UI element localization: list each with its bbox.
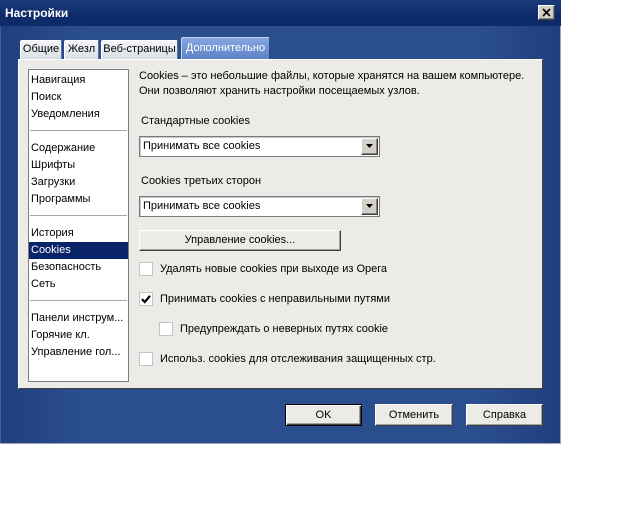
chevron-down-icon: [366, 144, 373, 148]
chevron-down-icon: [366, 204, 373, 208]
warn-invalid-path-label: Предупреждать о неверных путях cookie: [180, 323, 389, 335]
accept-invalid-path-cookies-label: Принимать cookies с неправильными путями: [160, 293, 390, 305]
warn-invalid-path-checkbox[interactable]: [159, 322, 173, 336]
sidebar-item-cookies[interactable]: Cookies: [29, 242, 128, 259]
sidebar-item-programs[interactable]: Программы: [29, 191, 128, 208]
third-party-cookies-select[interactable]: Принимать все cookies: [139, 196, 380, 217]
tab-advanced[interactable]: Дополнительно: [181, 37, 270, 59]
sidebar-item-network[interactable]: Сеть: [29, 276, 128, 293]
sidebar-item-voice[interactable]: Управление гол...: [29, 344, 128, 361]
help-button[interactable]: Справка: [466, 404, 543, 426]
checkmark-icon: [141, 295, 151, 304]
tab-web-pages[interactable]: Веб-страницы: [101, 40, 178, 59]
cancel-button[interactable]: Отменить: [375, 404, 453, 426]
list-separator: [29, 293, 128, 310]
sidebar-item-downloads[interactable]: Загрузки: [29, 174, 128, 191]
sidebar-item-navigation[interactable]: Навигация: [29, 72, 128, 89]
standard-cookies-dropdown-button[interactable]: [361, 138, 378, 155]
delete-new-cookies-checkbox[interactable]: [139, 262, 153, 276]
settings-category-list: Навигация Поиск Уведомления Содержание Ш…: [28, 69, 129, 382]
dialog-title: Настройки: [5, 6, 69, 20]
settings-dialog: Настройки Общие Жезл Веб-страницы Дополн…: [0, 0, 561, 444]
sidebar-item-history[interactable]: История: [29, 225, 128, 242]
close-icon: [542, 8, 551, 17]
sidebar-item-fonts[interactable]: Шрифты: [29, 157, 128, 174]
secure-tracking-cookies-label: Использ. cookies для отслеживания защище…: [160, 353, 436, 365]
list-separator: [29, 208, 128, 225]
tab-wand[interactable]: Жезл: [64, 40, 99, 59]
cookies-description: Cookies – это небольшие файлы, которые х…: [139, 70, 525, 82]
sidebar-item-content[interactable]: Содержание: [29, 140, 128, 157]
tab-general[interactable]: Общие: [20, 40, 62, 59]
sidebar-item-toolbars[interactable]: Панели инструм...: [29, 310, 128, 327]
third-party-cookies-label: Cookies третьих сторон: [141, 175, 262, 187]
secure-tracking-cookies-checkbox[interactable]: [139, 352, 153, 366]
delete-new-cookies-label: Удалять новые cookies при выходе из Oper…: [160, 263, 388, 275]
sidebar-item-security[interactable]: Безопасность: [29, 259, 128, 276]
manage-cookies-button[interactable]: Управление cookies...: [139, 230, 341, 251]
accept-invalid-path-cookies-checkbox[interactable]: [139, 292, 153, 306]
ok-button[interactable]: OK: [285, 404, 362, 426]
standard-cookies-label: Стандартные cookies: [141, 115, 250, 127]
list-separator: [29, 123, 128, 140]
standard-cookies-value: Принимать все cookies: [143, 140, 261, 152]
cookies-description: Они позволяют хранить настройки посещаем…: [139, 85, 420, 97]
third-party-cookies-dropdown-button[interactable]: [361, 198, 378, 215]
sidebar-item-shortcuts[interactable]: Горячие кл.: [29, 327, 128, 344]
close-button[interactable]: [538, 5, 555, 20]
third-party-cookies-value: Принимать все cookies: [143, 200, 261, 212]
standard-cookies-select[interactable]: Принимать все cookies: [139, 136, 380, 157]
sidebar-item-notifications[interactable]: Уведомления: [29, 106, 128, 123]
sidebar-item-search[interactable]: Поиск: [29, 89, 128, 106]
title-bar: Настройки: [0, 0, 561, 26]
